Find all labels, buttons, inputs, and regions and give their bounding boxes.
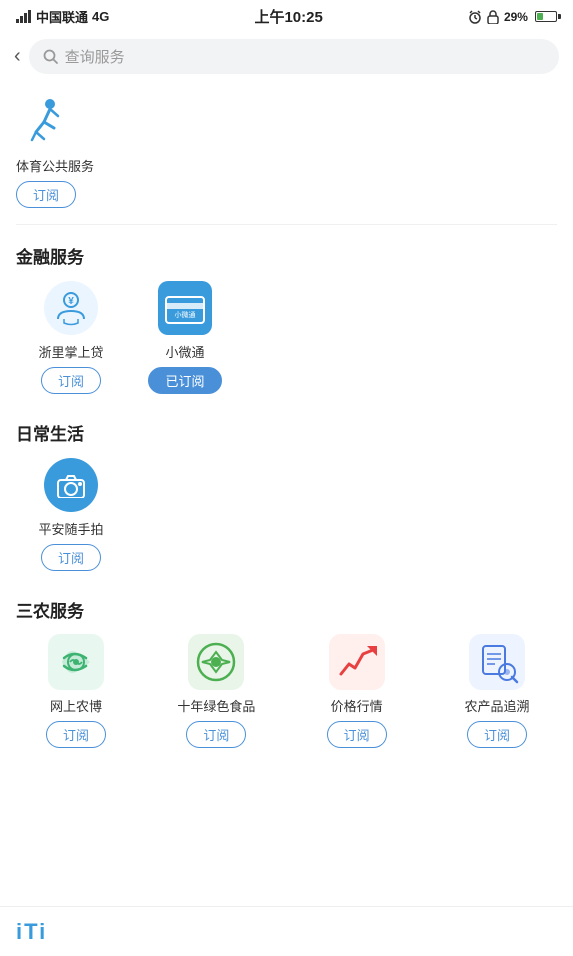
status-carrier: 中国联通 4G xyxy=(16,7,109,26)
daily-title: 日常生活 xyxy=(16,420,557,445)
price-item: 价格行情 订阅 xyxy=(297,634,417,748)
signal-icon xyxy=(16,10,32,23)
online-agri-item: 网上农博 订阅 xyxy=(16,634,136,748)
section-daily: 日常生活 平安随手拍 订阅 xyxy=(16,420,557,579)
camera-icon-bg xyxy=(44,458,98,512)
price-icon xyxy=(335,640,379,684)
camera-name: 平安随手拍 xyxy=(38,519,103,538)
alarm-icon xyxy=(468,10,482,24)
camera-icon xyxy=(56,472,86,498)
xiaoweitong-icon: 小微通 xyxy=(158,281,212,335)
xiaoweitong-icon-wrap: 小微通 xyxy=(157,280,213,336)
sannong-service-row: 网上农博 订阅 十年绿色食品 订阅 xyxy=(16,634,557,748)
daily-service-row: 平安随手拍 订阅 xyxy=(16,457,557,579)
finance-title: 金融服务 xyxy=(16,243,557,268)
sannong-title: 三农服务 xyxy=(16,597,557,622)
agri-trace-icon xyxy=(475,640,519,684)
section-finance: 金融服务 ¥ 浙里掌上贷 订阅 xyxy=(16,243,557,402)
search-placeholder: 查询服务 xyxy=(65,46,125,67)
green-food-item: 十年绿色食品 订阅 xyxy=(156,634,276,748)
green-food-subscribe-button[interactable]: 订阅 xyxy=(186,721,246,748)
finance-service-row: ¥ 浙里掌上贷 订阅 小微通 小微通 xyxy=(16,280,557,402)
camera-service-item: 平安随手拍 订阅 xyxy=(16,457,126,571)
main-content: 体育公共服务 订阅 金融服务 ¥ 浙里掌上贷 xyxy=(0,84,573,788)
status-time: 上午10:25 xyxy=(254,6,322,27)
loan-subscribe-button[interactable]: 订阅 xyxy=(41,367,101,394)
online-agri-icon-wrap xyxy=(48,634,104,690)
agri-trace-name: 农产品追溯 xyxy=(464,696,529,715)
svg-text:¥: ¥ xyxy=(68,296,74,307)
section-sannong: 三农服务 网上农博 订阅 xyxy=(16,597,557,748)
sport-icon xyxy=(16,94,72,150)
online-agri-name: 网上农博 xyxy=(50,696,102,715)
sport-service-item: 体育公共服务 订阅 xyxy=(16,84,557,225)
sport-subscribe-button[interactable]: 订阅 xyxy=(16,181,76,208)
sport-name: 体育公共服务 xyxy=(16,156,94,175)
camera-icon-wrap xyxy=(43,457,99,513)
xiaoweitong-service-item: 小微通 小微通 已订阅 xyxy=(130,280,240,394)
battery-label: 29% xyxy=(504,10,528,24)
loan-icon: ¥ xyxy=(44,281,98,335)
price-name: 价格行情 xyxy=(331,696,383,715)
battery-icon xyxy=(535,11,557,22)
green-food-name: 十年绿色食品 xyxy=(177,696,255,715)
loan-service-item: ¥ 浙里掌上贷 订阅 xyxy=(16,280,126,394)
agri-trace-subscribe-button[interactable]: 订阅 xyxy=(467,721,527,748)
back-button[interactable]: ‹ xyxy=(14,45,21,68)
carrier-label: 中国联通 xyxy=(36,7,88,26)
price-icon-wrap xyxy=(329,634,385,690)
agri-trace-icon-wrap xyxy=(469,634,525,690)
green-food-icon-wrap xyxy=(188,634,244,690)
status-icons: 29% xyxy=(468,10,557,24)
green-food-icon xyxy=(194,640,238,684)
online-agri-icon xyxy=(54,640,98,684)
bottom-bar: iTi xyxy=(0,906,573,956)
xiaoweitong-name: 小微通 xyxy=(165,342,204,361)
price-subscribe-button[interactable]: 订阅 xyxy=(327,721,387,748)
bottom-bar-text: iTi xyxy=(16,919,47,945)
loan-icon-wrap: ¥ xyxy=(43,280,99,336)
svg-text:小微通: 小微通 xyxy=(175,310,196,319)
agri-trace-item: 农产品追溯 订阅 xyxy=(437,634,557,748)
xiaoweitong-subscribe-button[interactable]: 已订阅 xyxy=(148,367,221,394)
section-sport: 体育公共服务 订阅 xyxy=(16,84,557,225)
network-label: 4G xyxy=(92,9,109,24)
lock-icon xyxy=(487,10,499,24)
search-input-wrap[interactable]: 查询服务 xyxy=(29,39,559,74)
online-agri-subscribe-button[interactable]: 订阅 xyxy=(46,721,106,748)
status-bar: 中国联通 4G 上午10:25 29% xyxy=(0,0,573,31)
camera-subscribe-button[interactable]: 订阅 xyxy=(41,544,101,571)
search-bar: ‹ 查询服务 xyxy=(0,31,573,84)
search-icon xyxy=(43,49,59,65)
loan-name: 浙里掌上贷 xyxy=(38,342,103,361)
